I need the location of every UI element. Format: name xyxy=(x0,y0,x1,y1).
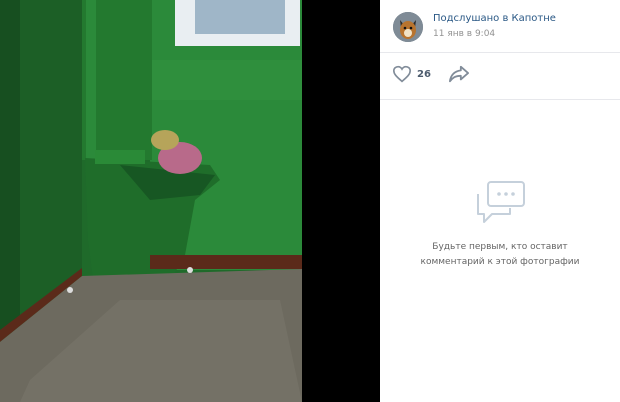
post-date[interactable]: 11 янв в 9:04 xyxy=(433,29,495,39)
empty-text-line2: комментарий к этой фотографии xyxy=(420,257,580,267)
speech-bubbles-icon xyxy=(477,181,525,223)
heart-icon xyxy=(392,65,412,83)
photo-area[interactable] xyxy=(0,0,380,402)
photo xyxy=(0,0,302,402)
like-button[interactable]: 26 xyxy=(392,63,431,85)
no-comments-placeholder: Будьте первым, кто оставит комментарий к… xyxy=(380,180,620,270)
like-count: 26 xyxy=(417,68,431,80)
avatar[interactable] xyxy=(393,12,423,42)
avatar-image xyxy=(393,12,423,42)
empty-comments-text: Будьте первым, кто оставит комментарий к… xyxy=(380,240,620,270)
post-actions: 26 xyxy=(380,53,620,99)
post-header: Подслушано в Капотне 11 янв в 9:04 xyxy=(380,0,620,52)
empty-text-line1: Будьте первым, кто оставит xyxy=(432,242,568,252)
photo-viewer: Подслушано в Капотне 11 янв в 9:04 26 Бу… xyxy=(0,0,620,402)
author-name[interactable]: Подслушано в Капотне xyxy=(433,13,556,24)
photo-sidebar: Подслушано в Капотне 11 янв в 9:04 26 Бу… xyxy=(380,0,620,402)
share-arrow-icon xyxy=(448,65,469,83)
share-button[interactable] xyxy=(448,64,470,84)
actions-divider xyxy=(380,99,620,100)
